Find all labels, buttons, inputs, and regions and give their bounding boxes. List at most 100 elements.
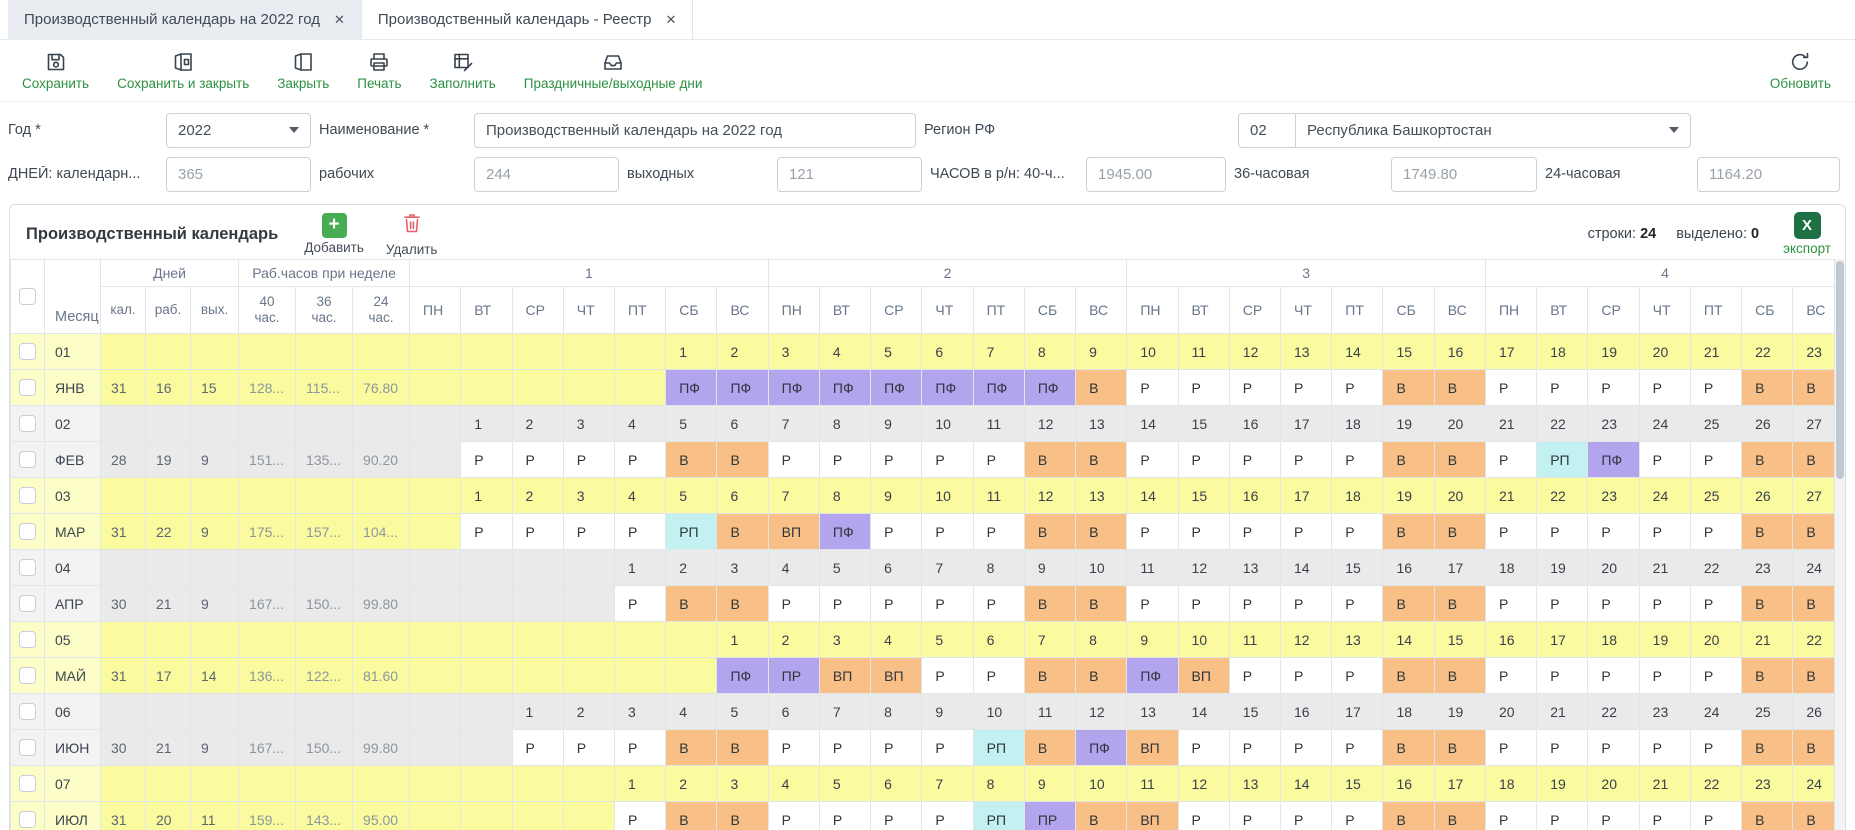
day-state-cell[interactable]: ПФ — [768, 370, 819, 406]
scrollbar-thumb[interactable] — [1836, 261, 1844, 479]
day-state-cell[interactable]: Р — [1485, 442, 1536, 478]
day-state-cell[interactable] — [461, 802, 512, 830]
day-state-cell[interactable] — [410, 370, 461, 406]
month-h36-cell[interactable]: 115... — [296, 370, 353, 406]
month-work-cell[interactable]: 21 — [146, 586, 191, 622]
day-state-cell[interactable]: Р — [512, 730, 563, 766]
days-off-input[interactable]: 121 — [777, 157, 922, 192]
day-state-cell[interactable]: Р — [1690, 370, 1741, 406]
month-h24-cell[interactable]: 81.60 — [353, 658, 410, 694]
day-state-cell[interactable]: В — [717, 514, 768, 550]
toolbar-save-close-button[interactable]: Сохранить и закрыть — [117, 50, 249, 91]
day-state-cell[interactable]: В — [1434, 730, 1485, 766]
day-state-cell[interactable]: Р — [563, 514, 614, 550]
month-h24-cell[interactable]: 99.80 — [353, 730, 410, 766]
day-state-cell[interactable]: ВП — [1127, 802, 1178, 830]
day-state-cell[interactable]: Р — [871, 442, 922, 478]
month-h36-cell[interactable]: 122... — [296, 658, 353, 694]
day-state-cell[interactable]: В — [1742, 514, 1793, 550]
day-state-cell[interactable]: В — [1742, 658, 1793, 694]
row-checkbox[interactable] — [19, 631, 36, 648]
day-state-cell[interactable]: Р — [563, 730, 614, 766]
day-state-cell[interactable] — [410, 442, 461, 478]
month-h24-cell[interactable]: 104... — [353, 514, 410, 550]
day-state-cell[interactable]: В — [1434, 586, 1485, 622]
day-state-cell[interactable]: В — [1434, 370, 1485, 406]
day-state-cell[interactable]: В — [1024, 442, 1075, 478]
day-state-cell[interactable]: ПР — [1024, 802, 1075, 830]
month-h36-cell[interactable]: 157... — [296, 514, 353, 550]
day-state-cell[interactable]: Р — [1690, 586, 1741, 622]
day-state-cell[interactable]: Р — [1229, 658, 1280, 694]
day-state-cell[interactable]: Р — [1229, 442, 1280, 478]
day-state-cell[interactable]: Р — [871, 586, 922, 622]
day-state-cell[interactable]: РП — [1537, 442, 1588, 478]
tab-close-icon[interactable]: ✕ — [666, 12, 677, 28]
day-state-cell[interactable]: Р — [1281, 730, 1332, 766]
row-checkbox[interactable] — [19, 739, 36, 756]
days-work-input[interactable]: 244 — [474, 157, 619, 192]
day-state-cell[interactable]: Р — [461, 514, 512, 550]
row-checkbox[interactable] — [19, 343, 36, 360]
day-state-cell[interactable]: Р — [1485, 586, 1536, 622]
row-checkbox[interactable] — [19, 415, 36, 432]
region-pair-select[interactable]: Республика Башкортостан — [1295, 113, 1691, 148]
month-h40-cell[interactable]: 151... — [239, 442, 296, 478]
hours-36-input[interactable]: 1749.80 — [1391, 157, 1537, 192]
day-state-cell[interactable]: ПФ — [819, 370, 870, 406]
day-state-cell[interactable]: Р — [922, 442, 973, 478]
day-state-cell[interactable]: ПФ — [1588, 442, 1639, 478]
day-state-cell[interactable]: В — [666, 730, 717, 766]
month-work-cell[interactable]: 22 — [146, 514, 191, 550]
day-state-cell[interactable] — [614, 658, 665, 694]
toolbar-fill-button[interactable]: Заполнить — [430, 50, 496, 91]
tab-calendar-registry[interactable]: Производственный календарь - Реестр✕ — [361, 0, 694, 39]
toolbar-close-button[interactable]: Закрыть — [277, 50, 329, 91]
day-state-cell[interactable]: В — [1434, 442, 1485, 478]
days-calendar-input[interactable]: 365 — [166, 157, 311, 192]
month-cal-cell[interactable]: 31 — [101, 658, 146, 694]
day-state-cell[interactable]: Р — [1281, 586, 1332, 622]
month-off-cell[interactable]: 9 — [191, 514, 239, 550]
day-state-cell[interactable]: В — [1383, 586, 1434, 622]
day-state-cell[interactable]: В — [1383, 442, 1434, 478]
day-state-cell[interactable]: ВП — [1127, 730, 1178, 766]
toolbar-holidays-button[interactable]: Праздничные/выходные дни — [524, 50, 703, 91]
day-state-cell[interactable]: В — [1742, 730, 1793, 766]
month-h36-cell[interactable]: 150... — [296, 730, 353, 766]
month-work-cell[interactable]: 19 — [146, 442, 191, 478]
month-h40-cell[interactable]: 175... — [239, 514, 296, 550]
day-state-cell[interactable]: Р — [871, 802, 922, 830]
day-state-cell[interactable]: Р — [1127, 514, 1178, 550]
day-state-cell[interactable] — [563, 586, 614, 622]
month-h36-cell[interactable]: 135... — [296, 442, 353, 478]
day-state-cell[interactable]: Р — [1332, 514, 1383, 550]
day-state-cell[interactable]: Р — [922, 802, 973, 830]
day-state-cell[interactable]: Р — [768, 802, 819, 830]
month-h36-cell[interactable]: 143... — [296, 802, 353, 830]
day-state-cell[interactable]: Р — [1639, 370, 1690, 406]
month-cal-cell[interactable]: 31 — [101, 370, 146, 406]
month-h24-cell[interactable]: 99.80 — [353, 586, 410, 622]
day-state-cell[interactable]: В — [1383, 370, 1434, 406]
day-state-cell[interactable]: Р — [614, 802, 665, 830]
day-state-cell[interactable]: В — [717, 730, 768, 766]
day-state-cell[interactable]: Р — [1229, 802, 1280, 830]
month-h24-cell[interactable]: 95.00 — [353, 802, 410, 830]
day-state-cell[interactable]: Р — [1639, 802, 1690, 830]
day-state-cell[interactable] — [512, 370, 563, 406]
day-state-cell[interactable]: В — [1742, 442, 1793, 478]
day-state-cell[interactable] — [410, 730, 461, 766]
day-state-cell[interactable]: Р — [922, 730, 973, 766]
day-state-cell[interactable] — [666, 658, 717, 694]
day-state-cell[interactable]: ВП — [819, 658, 870, 694]
day-state-cell[interactable]: ПФ — [717, 658, 768, 694]
day-state-cell[interactable]: Р — [1485, 730, 1536, 766]
hours-24-input[interactable]: 1164.20 — [1697, 157, 1840, 192]
day-state-cell[interactable]: Р — [1537, 658, 1588, 694]
day-state-cell[interactable]: ПФ — [1127, 658, 1178, 694]
day-state-cell[interactable]: В — [1076, 514, 1127, 550]
day-state-cell[interactable]: Р — [614, 514, 665, 550]
day-state-cell[interactable]: Р — [922, 586, 973, 622]
day-state-cell[interactable]: ПФ — [1024, 370, 1075, 406]
